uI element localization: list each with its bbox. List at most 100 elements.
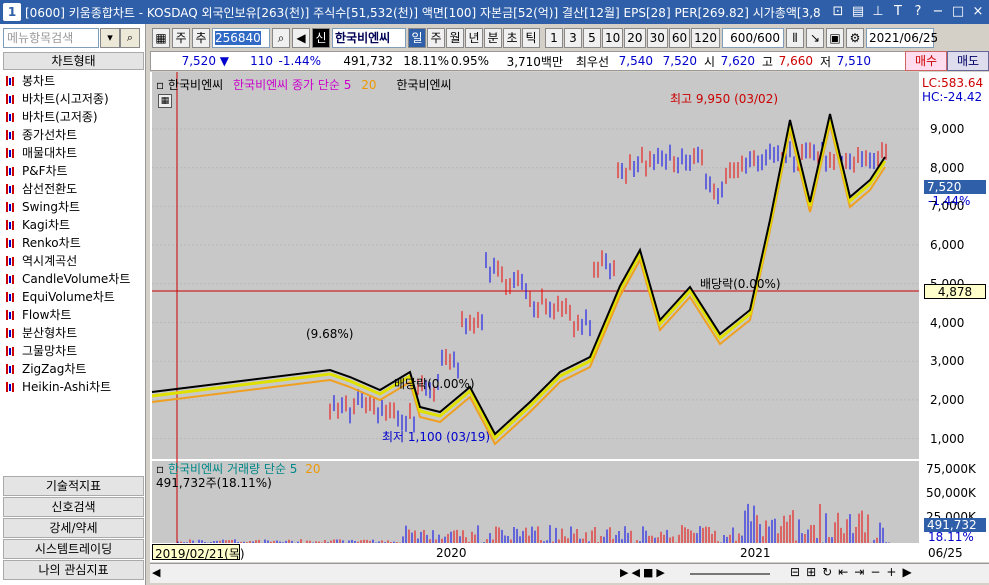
interval-button[interactable]: 1 xyxy=(545,28,563,48)
menu-search-input[interactable]: 메뉴항목검색 xyxy=(3,28,99,48)
zoom-in-icon[interactable]: + xyxy=(886,565,896,579)
scroll-right-icon[interactable]: ▶ xyxy=(902,565,911,579)
scroll-left-icon[interactable]: ◀ xyxy=(152,566,160,579)
chart-type-item[interactable]: 바차트(시고저종) xyxy=(6,90,130,108)
zoom-out-icon[interactable]: − xyxy=(870,565,880,579)
tool-icon-1[interactable]: ⊟ xyxy=(790,565,800,579)
close-icon[interactable]: × xyxy=(969,3,987,21)
period-tab[interactable]: 년 xyxy=(465,28,483,48)
pin-icon[interactable]: ⊥ xyxy=(869,3,887,21)
chart-type-item[interactable]: 봉차트 xyxy=(6,72,130,90)
zoom-slider[interactable] xyxy=(690,573,770,575)
toolbar: ▦ 주 추 256840 ⌕ ◀ 신 한국비엔씨 일주월년분초틱 1 3 5 10 20… xyxy=(150,26,989,50)
tool-icon-5[interactable]: ⇥ xyxy=(854,565,864,579)
add-button[interactable]: 추 xyxy=(192,28,210,48)
play-icon[interactable]: ◀ xyxy=(631,566,639,579)
volume-legend-ma: 20 xyxy=(305,462,320,476)
chart-area[interactable]: ▫ 한국비엔씨 한국비엔씨 종가 단순 5 20 한국비엔씨 ▦ LC:583.… xyxy=(150,72,989,562)
candle-icon xyxy=(6,327,18,339)
trend-icon[interactable]: ↘ xyxy=(806,28,824,48)
tool-icon-4[interactable]: ⇤ xyxy=(838,565,848,579)
interval-button[interactable]: 20 xyxy=(624,28,645,48)
chart-type-item[interactable]: 매물대차트 xyxy=(6,144,130,162)
side-menu-button[interactable]: 나의 관심지표 xyxy=(3,560,144,580)
period-tab[interactable]: 일 xyxy=(408,28,426,48)
chart-type-label: 그물망차트 xyxy=(22,342,77,360)
turnover-rate: 0.95% xyxy=(449,54,489,68)
help-icon[interactable]: ? xyxy=(909,3,927,21)
period-tab[interactable]: 주 xyxy=(427,28,445,48)
chart-type-item[interactable]: 종가선차트 xyxy=(6,126,130,144)
grid-menu-icon[interactable]: ▦ xyxy=(152,28,170,48)
chart-type-item[interactable]: 바차트(고저종) xyxy=(6,108,130,126)
calc-icon[interactable]: ▦ xyxy=(158,94,172,108)
chart-type-header[interactable]: 차트형태 xyxy=(3,52,144,70)
chart-type-item[interactable]: EquiVolume차트 xyxy=(6,288,130,306)
chart-type-item[interactable]: Flow차트 xyxy=(6,306,130,324)
dividend-annotation-1: 배당락(0.00%) xyxy=(394,375,475,392)
side-menu-button[interactable]: 기술적지표 xyxy=(3,476,144,496)
stock-code-input[interactable]: 256840 xyxy=(212,28,270,48)
interval-button[interactable]: 3 xyxy=(564,28,582,48)
candle-icon xyxy=(6,75,18,87)
chart-type-item[interactable]: 역시계곡선 xyxy=(6,252,130,270)
candle-icon xyxy=(6,147,18,159)
interval-button[interactable]: 10 xyxy=(602,28,623,48)
crosshair-price-tag: 4,878 xyxy=(924,284,986,299)
new-badge: 신 xyxy=(312,28,330,48)
tool-icon-2[interactable]: ⊞ xyxy=(806,565,816,579)
sound-icon[interactable]: ◀ xyxy=(292,28,310,48)
chart-type-item[interactable]: ZigZag차트 xyxy=(6,360,130,378)
open-label: 시 xyxy=(697,53,715,70)
tool-icon-3[interactable]: ↻ xyxy=(822,565,832,579)
interval-button[interactable]: 5 xyxy=(583,28,601,48)
chart-type-item[interactable]: 그물망차트 xyxy=(6,342,130,360)
chart-type-item[interactable]: Heikin-Ashi차트 xyxy=(6,378,130,396)
date-input[interactable]: 2021/06/25 xyxy=(866,28,934,48)
price-change: 110 xyxy=(229,54,273,68)
next-icon[interactable]: ▶ xyxy=(656,566,664,579)
interval-button[interactable]: 30 xyxy=(647,28,668,48)
data-count-input[interactable]: 600/600 xyxy=(722,28,784,48)
legend-ma2: 20 xyxy=(361,78,376,92)
side-menu-button[interactable]: 신호검색 xyxy=(3,497,144,517)
period-tab[interactable]: 초 xyxy=(503,28,521,48)
type-select[interactable]: 주 xyxy=(172,28,190,48)
period-tab[interactable]: 분 xyxy=(484,28,502,48)
chart-type-item[interactable]: Swing차트 xyxy=(6,198,130,216)
search-icon[interactable]: ⌕ xyxy=(120,28,140,48)
maximize-icon[interactable]: □ xyxy=(949,3,967,21)
save-icon[interactable]: ▣ xyxy=(826,28,844,48)
side-menu-button[interactable]: 시스템트레이딩 xyxy=(3,539,144,559)
chart-type-item[interactable]: CandleVolume차트 xyxy=(6,270,130,288)
side-menu-button[interactable]: 강세/약세 xyxy=(3,518,144,538)
chart-type-item[interactable]: 삼선전환도 xyxy=(6,180,130,198)
interval-button[interactable]: 60 xyxy=(669,28,690,48)
interval-button[interactable]: 120 xyxy=(691,28,720,48)
gear-icon[interactable]: ⚙ xyxy=(846,28,864,48)
link-icon[interactable]: ⊡ xyxy=(829,3,847,21)
dividend-annotation-2: 배당락(0.00%) xyxy=(700,275,781,292)
font-icon[interactable]: T xyxy=(889,3,907,21)
chart-type-item[interactable]: Renko차트 xyxy=(6,234,130,252)
candle-icon xyxy=(6,255,18,267)
pct-annotation: (9.68%) xyxy=(306,327,353,341)
sell-button[interactable]: 매도 xyxy=(947,51,989,71)
window-title: [0600] 키움종합차트 - KOSDAQ 외국인보유[263(천)] 주식수… xyxy=(25,4,829,21)
layout-icon[interactable]: ▤ xyxy=(849,3,867,21)
dropdown-icon[interactable]: ▾ xyxy=(100,28,120,48)
candle-icon[interactable]: ⫴ xyxy=(786,28,804,48)
search-icon[interactable]: ⌕ xyxy=(272,28,290,48)
minimize-icon[interactable]: − xyxy=(929,3,947,21)
scroll-controls: ◀ ▶ ◀ ■ ▶ ⊟ ⊞ ↻ ⇤ ⇥ − + ▶ xyxy=(150,563,989,583)
period-tab[interactable]: 월 xyxy=(446,28,464,48)
stop-icon[interactable]: ■ xyxy=(643,566,653,579)
chart-type-item[interactable]: 분산형차트 xyxy=(6,324,130,342)
period-tab[interactable]: 틱 xyxy=(522,28,540,48)
candle-icon xyxy=(6,111,18,123)
prev-icon[interactable]: ▶ xyxy=(620,566,628,579)
best-label: 최우선 xyxy=(563,53,609,70)
buy-button[interactable]: 매수 xyxy=(905,51,947,71)
chart-type-item[interactable]: P&F차트 xyxy=(6,162,130,180)
chart-type-item[interactable]: Kagi차트 xyxy=(6,216,130,234)
